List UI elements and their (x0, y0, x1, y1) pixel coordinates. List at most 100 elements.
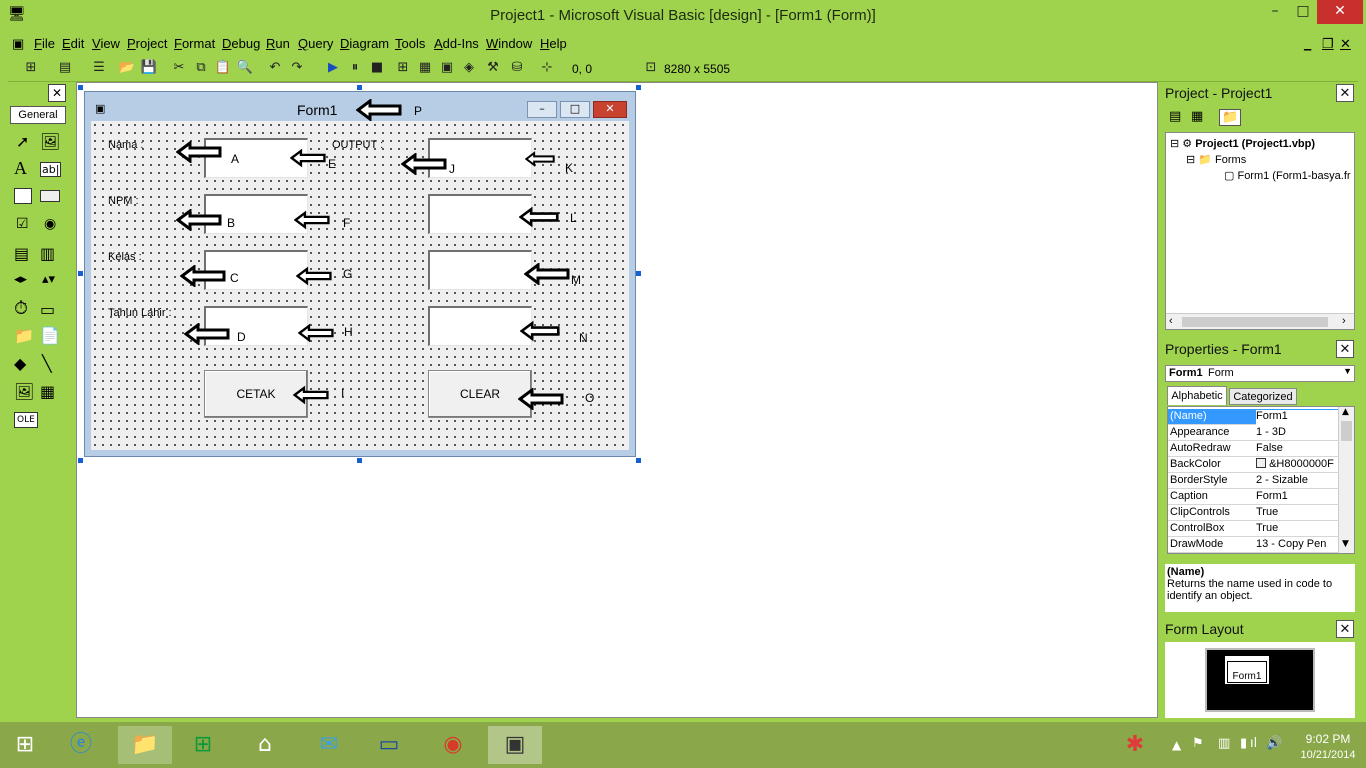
ole-icon[interactable]: OLE (14, 412, 38, 428)
resize-handle[interactable] (78, 271, 83, 276)
toolbox-icon[interactable]: ⚒ (484, 59, 502, 77)
picturebox-icon[interactable]: 🖼 (40, 132, 60, 151)
textbox-output-3[interactable] (428, 250, 532, 290)
property-row[interactable]: ClipControls True (1168, 505, 1352, 521)
antivirus-icon[interactable]: ✱ (1116, 726, 1154, 764)
tab-alphabetic[interactable]: Alphabetic (1167, 386, 1227, 405)
paste-icon[interactable]: 📋 (214, 59, 232, 77)
view-code-icon[interactable]: ▤ (1169, 109, 1181, 124)
tree-folder-forms[interactable]: ⊟ 📁 Forms (1186, 153, 1246, 166)
menu-tools[interactable]: Tools (395, 36, 425, 51)
project-explorer-close-button[interactable]: ✕ (1336, 84, 1354, 102)
mdi-icon[interactable]: ▣ (12, 36, 24, 52)
textbox-icon[interactable]: ab| (40, 162, 62, 177)
add-project-icon[interactable]: ⊞ (22, 59, 40, 77)
menu-diagram[interactable]: Diagram (340, 36, 389, 51)
menu-edit[interactable]: Edit (62, 36, 84, 51)
label-nama[interactable]: Nama : (108, 139, 143, 151)
cut-icon[interactable]: ✂ (170, 59, 188, 77)
textbox-output-2[interactable] (428, 194, 532, 234)
close-button[interactable]: ✕ (1317, 0, 1363, 24)
commandbutton-icon[interactable] (40, 190, 60, 202)
menu-run[interactable]: Run (266, 36, 290, 51)
combobox-icon[interactable]: ▤ (14, 244, 29, 263)
resize-handle[interactable] (357, 458, 362, 463)
menu-window[interactable]: Window (486, 36, 532, 51)
property-row[interactable]: (Name) Form1 (1168, 409, 1352, 425)
listbox-icon[interactable]: ▥ (40, 244, 55, 263)
scroll-thumb[interactable] (1182, 317, 1328, 327)
mdi-close-button[interactable]: ✕ (1340, 36, 1351, 52)
properties-close-button[interactable]: ✕ (1336, 340, 1354, 358)
mdi-restore-button[interactable]: ❐ (1322, 36, 1334, 52)
menu-view[interactable]: View (92, 36, 120, 51)
tray-signal-icon[interactable]: ıl (1250, 736, 1257, 751)
copy-icon[interactable]: ⧉ (192, 59, 210, 77)
form-minimize-button[interactable]: – (527, 101, 557, 118)
clock-date[interactable]: 10/21/2014 (1296, 749, 1360, 761)
form-layout-icon[interactable]: ▣ (438, 59, 456, 77)
find-icon[interactable]: 🔍 (236, 59, 254, 77)
timer-icon[interactable]: ⏱ (14, 298, 28, 319)
checkbox-icon[interactable]: ☑ (16, 216, 29, 232)
shape-icon[interactable]: ◆ (14, 354, 26, 373)
mdi-minimize-button[interactable]: _ (1304, 36, 1311, 51)
chrome-icon[interactable]: ◉ (434, 726, 472, 764)
resize-handle[interactable] (636, 458, 641, 463)
tree-hscrollbar[interactable]: ‹ › (1166, 313, 1354, 329)
resize-handle[interactable] (636, 85, 641, 90)
windows-store-icon[interactable]: ⊞ (184, 726, 222, 764)
menu-file[interactable]: File (34, 36, 55, 51)
menu-debug[interactable]: Debug (222, 36, 260, 51)
property-vscrollbar[interactable]: ▲ ▼ (1338, 407, 1354, 553)
properties-window-icon[interactable]: ▦ (416, 59, 434, 77)
add-form-icon[interactable]: ▤ (56, 59, 74, 77)
clear-button[interactable]: CLEAR (428, 370, 532, 418)
menu-addins[interactable]: Add-Ins (434, 36, 479, 51)
object-browser-icon[interactable]: ◈ (460, 59, 478, 77)
form-layout-close-button[interactable]: ✕ (1336, 620, 1354, 638)
windows-start-icon[interactable]: ⊞ (6, 726, 44, 764)
property-row[interactable]: BackColor &H8000000F (1168, 457, 1352, 473)
property-row[interactable]: ControlBox True (1168, 521, 1352, 537)
label-tahun-lahir[interactable]: Tahun Lahir : (108, 307, 172, 319)
vscrollbar-icon[interactable]: ▴▾ (42, 272, 55, 287)
menu-format[interactable]: Format (174, 36, 215, 51)
label-kelas[interactable]: Kelas : (108, 251, 142, 263)
label-output[interactable]: OUTPUT : (332, 139, 383, 151)
scroll-right-icon[interactable]: › (1342, 315, 1346, 327)
object-combobox[interactable]: Form1 Form ▼ (1165, 365, 1355, 382)
form-maximize-button[interactable]: □ (560, 101, 590, 118)
project-explorer-icon[interactable]: ⊞ (394, 59, 412, 77)
hscrollbar-icon[interactable]: ◂▸ (14, 272, 27, 287)
toggle-folders-icon[interactable]: 📁 (1219, 109, 1242, 126)
save-icon[interactable]: 💾 (140, 59, 158, 77)
menu-project[interactable]: Project (127, 36, 167, 51)
lenovo-icon[interactable]: ▭ (370, 726, 408, 764)
label-npm[interactable]: NPM : (108, 195, 139, 207)
menu-help[interactable]: Help (540, 36, 567, 51)
tab-categorized[interactable]: Categorized (1229, 388, 1297, 405)
textbox-output-4[interactable] (428, 306, 532, 346)
property-row[interactable]: AutoRedraw False (1168, 441, 1352, 457)
visual-basic-icon[interactable]: ▣ (488, 726, 542, 764)
undo-icon[interactable]: ↶ (266, 59, 284, 77)
resize-handle[interactable] (78, 85, 83, 90)
resize-handle[interactable] (636, 271, 641, 276)
tray-battery-icon[interactable]: ▮ (1240, 736, 1247, 751)
collapse-icon[interactable]: ⊟ (1186, 154, 1195, 166)
line-icon[interactable]: ╲ (42, 354, 52, 373)
optionbutton-icon[interactable]: ◉ (44, 216, 56, 232)
minimize-button[interactable]: – (1262, 0, 1288, 24)
image-icon[interactable]: 🖼 (14, 382, 34, 401)
tray-network-icon[interactable]: ▥ (1218, 736, 1230, 751)
tree-item-form1[interactable]: ▢ Form1 (Form1-basya.fr (1224, 169, 1354, 182)
file-explorer-icon[interactable]: 📁 (118, 726, 172, 764)
pointer-icon[interactable]: ➚ (16, 132, 29, 151)
end-icon[interactable]: ■ (368, 59, 386, 77)
menu-query[interactable]: Query (298, 36, 333, 51)
view-object-icon[interactable]: ▦ (1191, 109, 1203, 124)
internet-explorer-icon[interactable]: ⓔ (62, 726, 100, 764)
tree-root[interactable]: ⊟ ⚙ Project1 (Project1.vbp) (1170, 137, 1315, 150)
maximize-button[interactable]: □ (1290, 0, 1316, 24)
